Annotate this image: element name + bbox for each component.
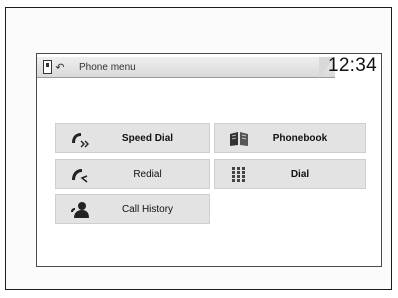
speed-dial-label: Speed Dial (121, 132, 174, 144)
display-frame: ↶ Phone menu 12:34 Speed Dial Redial Cal… (5, 7, 392, 290)
phonebook-label: Phonebook (272, 132, 328, 144)
redial-button[interactable]: Redial (55, 159, 210, 189)
phone-menu-screen: ↶ Phone menu 12:34 Speed Dial Redial Cal… (36, 53, 382, 267)
dial-label: Dial (290, 168, 310, 180)
call-history-label: Call History (121, 203, 174, 215)
clock: 12:34 (327, 55, 377, 76)
back-icon[interactable]: ↶ (54, 60, 66, 74)
page-title: Phone menu (79, 62, 136, 73)
redial-label: Redial (133, 168, 162, 180)
phone-icon (43, 60, 52, 74)
status-icons: ↶ (43, 60, 67, 74)
header: ↶ Phone menu 12:34 (37, 54, 381, 80)
dial-button[interactable]: Dial (214, 159, 366, 189)
call-history-button[interactable]: Call History (55, 194, 210, 224)
phonebook-button[interactable]: Phonebook (214, 123, 366, 153)
speed-dial-button[interactable]: Speed Dial (55, 123, 210, 153)
